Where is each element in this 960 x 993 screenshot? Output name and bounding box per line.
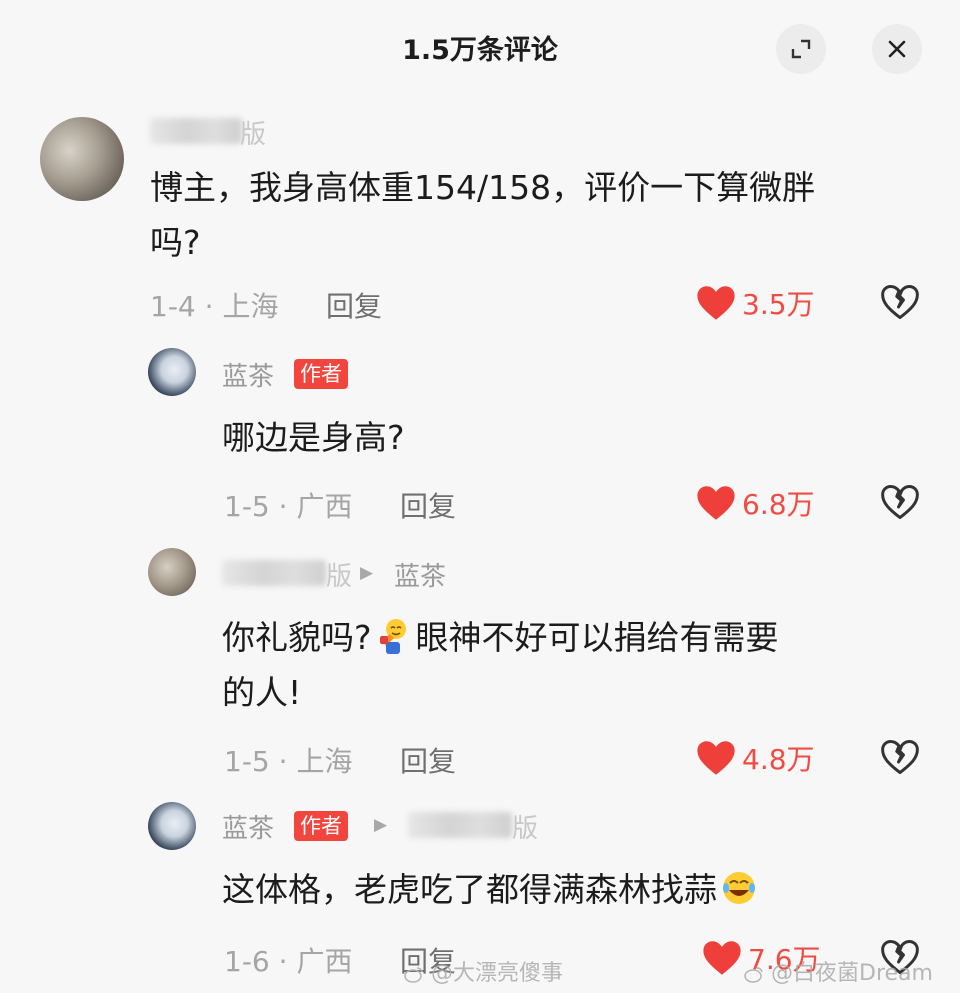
heart-icon (697, 286, 735, 320)
reply-arrow-icon: ▶ (374, 815, 388, 835)
username-tail: 版 (512, 814, 539, 844)
username-tail: 版 (326, 562, 353, 592)
like-button[interactable]: 3.5万 (696, 283, 815, 323)
username[interactable]: 蓝茶 (222, 808, 274, 845)
heart-icon (697, 741, 735, 775)
username-blurred (150, 118, 242, 144)
reply-text-part-b: 眼神不好可以捐给有需要 (415, 618, 779, 657)
comment-date: 1-6 (224, 945, 270, 978)
reply-text[interactable]: 哪边是身高? (222, 410, 405, 466)
broken-heart-icon (881, 739, 919, 775)
heart-icon (703, 941, 741, 975)
expand-button[interactable] (776, 24, 826, 74)
comment-date: 1-4 (150, 290, 196, 323)
reply-text-part-a: 你礼貌吗? (222, 618, 372, 657)
author-badge: 作者 (294, 811, 348, 841)
reply-button[interactable]: 回复 (400, 740, 456, 780)
reply-button[interactable]: 回复 (400, 485, 456, 525)
comment-meta: 1-6 · 广西 (224, 940, 352, 980)
expand-icon (791, 39, 811, 59)
comment-meta: 1-4 · 上海 (150, 285, 278, 325)
comment-date: 1-5 (224, 745, 270, 778)
meta-separator: · (204, 290, 214, 323)
dislike-button[interactable] (880, 284, 920, 324)
avatar[interactable] (148, 802, 196, 850)
comment-meta: 1-5 · 上海 (224, 740, 352, 780)
comment-text-line2[interactable]: 吗? (150, 215, 201, 271)
reply-to-username[interactable]: 蓝茶 (394, 556, 446, 593)
reply-button[interactable]: 回复 (326, 285, 382, 325)
like-button[interactable]: 4.8万 (696, 738, 815, 778)
comment-meta: 1-5 · 广西 (224, 485, 352, 525)
dislike-button[interactable] (880, 739, 920, 779)
comment-location: 广西 (296, 945, 353, 978)
like-count: 6.8万 (742, 488, 815, 521)
username-blurred (408, 812, 512, 838)
comment-location: 广西 (296, 490, 353, 523)
username[interactable]: 蓝茶 (222, 356, 274, 393)
meta-separator: · (278, 945, 288, 978)
watermark-text: @大漂亮傻事 (431, 961, 564, 986)
close-button[interactable] (872, 24, 922, 74)
reply-text-line2[interactable]: 的人! (222, 665, 301, 721)
broken-heart-icon (881, 484, 919, 520)
meta-separator: · (278, 745, 288, 778)
emoji-facepalm-icon (379, 618, 406, 654)
meta-separator: · (278, 490, 288, 523)
reply-text-line1[interactable]: 这体格，老虎吃了都得满森林找蒜 (222, 862, 761, 918)
watermark: @白夜菌Dream (744, 955, 933, 987)
comment-location: 上海 (222, 290, 279, 323)
reply-text: 这体格，老虎吃了都得满森林找蒜 (222, 870, 717, 909)
comment-date: 1-5 (224, 490, 270, 523)
watermark: @大漂亮傻事 (404, 955, 563, 987)
emoji-laughing-icon (723, 871, 755, 904)
reply-text-line1[interactable]: 你礼貌吗? 眼神不好可以捐给有需要 (222, 610, 779, 666)
broken-heart-icon (881, 284, 919, 320)
weibo-icon (404, 967, 423, 983)
avatar[interactable] (148, 548, 196, 596)
like-count: 4.8万 (742, 743, 815, 776)
close-icon (888, 40, 906, 58)
avatar[interactable] (40, 117, 124, 201)
comment-location: 上海 (296, 745, 353, 778)
author-badge: 作者 (294, 359, 348, 389)
username-tail: 版 (240, 120, 267, 150)
like-button[interactable]: 6.8万 (696, 483, 815, 523)
like-count: 3.5万 (742, 288, 815, 321)
weibo-icon (744, 967, 763, 983)
heart-icon (697, 486, 735, 520)
username-blurred (222, 560, 326, 586)
reply-arrow-icon: ▶ (360, 563, 374, 583)
avatar[interactable] (148, 348, 196, 396)
dislike-button[interactable] (880, 484, 920, 524)
comment-text-line1[interactable]: 博主，我身高体重154/158，评价一下算微胖 (150, 160, 815, 216)
watermark-text: @白夜菌Dream (771, 961, 933, 986)
comments-header: 1.5万条评论 (0, 0, 960, 100)
